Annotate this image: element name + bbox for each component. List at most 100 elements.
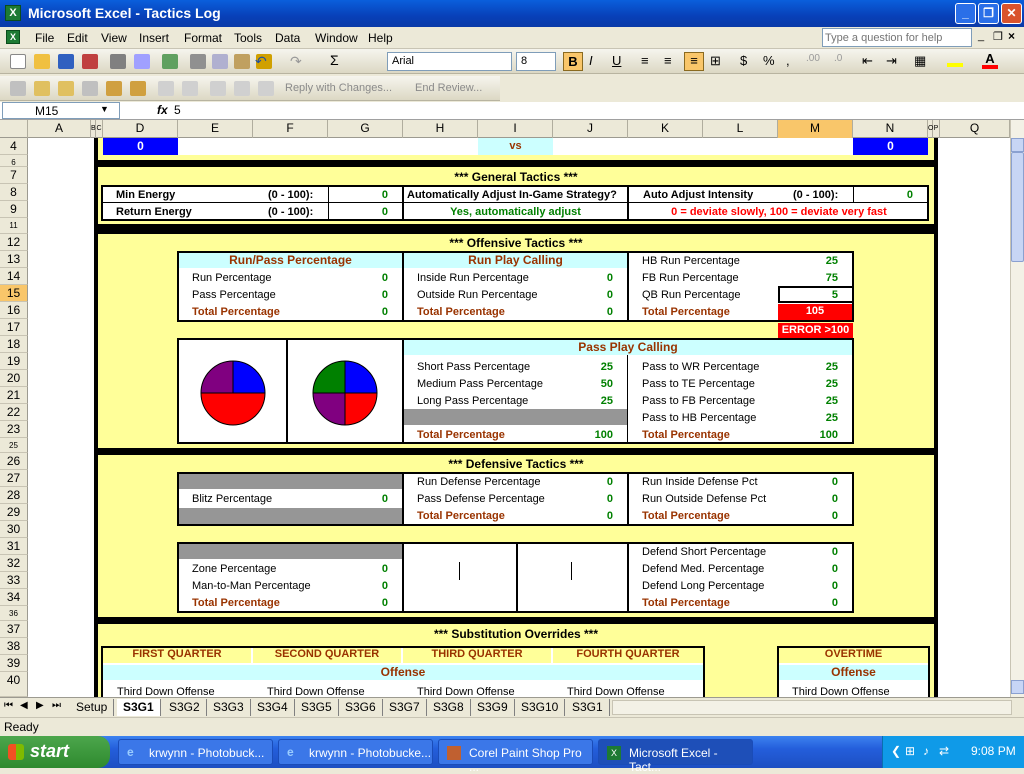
redo-icon[interactable]: ↷: [290, 53, 302, 70]
sheet-tab-s3g5[interactable]: S3G5: [295, 699, 339, 716]
prev-sheet-icon[interactable]: ◀: [20, 700, 28, 711]
short-pass-value[interactable]: 25: [553, 361, 613, 373]
row-header[interactable]: 20: [0, 370, 28, 387]
col-header-j[interactable]: J: [553, 120, 628, 138]
bold-button[interactable]: B: [563, 52, 583, 71]
intensity-value[interactable]: 0: [858, 189, 913, 201]
row-header[interactable]: 39: [0, 655, 28, 672]
toolbar2-icon-8[interactable]: [182, 81, 198, 96]
underline-button[interactable]: U: [612, 53, 621, 68]
col-header-e[interactable]: E: [178, 120, 253, 138]
sheet-tab-s3g10[interactable]: S3G10: [515, 699, 566, 716]
undo-icon[interactable]: ↶: [255, 53, 267, 70]
row-header[interactable]: 12: [0, 234, 28, 251]
align-right-icon[interactable]: ≡: [684, 52, 704, 71]
scroll-up-button[interactable]: [1011, 138, 1024, 152]
ot-third-down[interactable]: Third Down Offense: [792, 686, 890, 697]
toolbar2-icon-7[interactable]: [158, 81, 174, 96]
decrease-indent-icon[interactable]: ⇤: [862, 53, 873, 69]
menu-format[interactable]: Format: [184, 31, 222, 45]
reply-with-changes-button[interactable]: Reply with Changes...: [285, 82, 392, 94]
col-header-p[interactable]: P: [933, 120, 940, 138]
row-header[interactable]: 9: [0, 201, 28, 218]
save-icon[interactable]: [58, 54, 74, 69]
formula-input[interactable]: 5: [174, 103, 181, 117]
function-icon[interactable]: fx: [157, 103, 168, 117]
print-preview-icon[interactable]: [134, 54, 150, 69]
last-sheet-icon[interactable]: ⏭: [52, 700, 61, 711]
pass-defense-value[interactable]: 0: [553, 493, 613, 505]
decrease-decimal-icon[interactable]: .0: [834, 53, 842, 64]
horizontal-scrollbar[interactable]: [612, 700, 1012, 715]
col-header-h[interactable]: H: [403, 120, 478, 138]
row-header[interactable]: 8: [0, 184, 28, 201]
row-header[interactable]: 33: [0, 572, 28, 589]
row-header[interactable]: 6: [0, 155, 28, 167]
minimize-button[interactable]: _: [955, 3, 976, 24]
toolbar2-icon-10[interactable]: [234, 81, 250, 96]
increase-indent-icon[interactable]: ⇥: [886, 53, 897, 69]
sheet-tab-s3g1-copy[interactable]: S3G1: [566, 699, 610, 716]
row-header[interactable]: 19: [0, 353, 28, 370]
spelling-icon[interactable]: [162, 54, 178, 69]
sheet-tab-setup[interactable]: Setup: [70, 699, 115, 716]
col-header-k[interactable]: K: [628, 120, 703, 138]
col-header-q[interactable]: Q: [940, 120, 1010, 138]
paste-icon[interactable]: [234, 54, 250, 69]
toolbar2-icon-4[interactable]: [82, 81, 98, 96]
auto-adjust-answer[interactable]: Yes, automatically adjust: [404, 206, 627, 218]
clock[interactable]: 9:08 PM: [971, 744, 1016, 758]
font-color-icon[interactable]: A: [982, 51, 998, 69]
sheet-tab-s3g8[interactable]: S3G8: [427, 699, 471, 716]
sheet-tab-s3g2[interactable]: S3G2: [163, 699, 207, 716]
copy-icon[interactable]: [212, 54, 228, 69]
row-header[interactable]: 13: [0, 251, 28, 268]
row-header[interactable]: 38: [0, 638, 28, 655]
sheet-tab-s3g7[interactable]: S3G7: [383, 699, 427, 716]
autosum-icon[interactable]: Σ: [330, 52, 339, 68]
first-sheet-icon[interactable]: ⏮: [4, 700, 13, 711]
sync-icon[interactable]: ⇄: [939, 744, 949, 758]
next-sheet-icon[interactable]: ▶: [36, 700, 44, 711]
comma-icon[interactable]: ,: [786, 53, 790, 68]
run-defense-value[interactable]: 0: [553, 476, 613, 488]
menu-help[interactable]: Help: [368, 31, 393, 45]
q1-third-down[interactable]: Third Down Offense: [117, 686, 215, 697]
font-name-select[interactable]: Arial: [387, 52, 512, 71]
col-header-d[interactable]: D: [103, 120, 178, 138]
toolbar2-icon-9[interactable]: [210, 81, 226, 96]
toolbar2-icon-2[interactable]: [34, 81, 50, 96]
col-header-a[interactable]: A: [28, 120, 91, 138]
col-header-c[interactable]: C: [96, 120, 103, 138]
print-icon[interactable]: [110, 54, 126, 69]
select-all[interactable]: [0, 120, 28, 138]
row-header[interactable]: 11: [0, 218, 28, 234]
col-header-m[interactable]: M: [778, 120, 853, 138]
toolbar2-icon-6[interactable]: [130, 81, 146, 96]
row-header[interactable]: 37: [0, 621, 28, 638]
start-button[interactable]: start: [0, 736, 110, 768]
return-energy-value[interactable]: 0: [333, 206, 388, 218]
doc-minimize-icon[interactable]: _: [978, 30, 984, 42]
row-header[interactable]: 32: [0, 555, 28, 572]
toolbar2-icon-11[interactable]: [258, 81, 274, 96]
pass-percentage-value[interactable]: 0: [328, 289, 388, 301]
man-to-man-value[interactable]: 0: [328, 580, 388, 592]
menu-window[interactable]: Window: [315, 31, 358, 45]
row-header[interactable]: 25: [0, 438, 28, 453]
row-header[interactable]: 36: [0, 606, 28, 621]
name-box-dropdown-icon[interactable]: ▼: [100, 104, 109, 114]
outside-run-value[interactable]: 0: [553, 289, 613, 301]
taskbar-item-photobucket-2[interactable]: e krwynn - Photobucke...: [278, 739, 433, 765]
q3-third-down[interactable]: Third Down Offense: [417, 686, 515, 697]
scroll-down-button[interactable]: [1011, 680, 1024, 694]
q4-third-down[interactable]: Third Down Offense: [567, 686, 665, 697]
medium-pass-value[interactable]: 50: [553, 378, 613, 390]
sheet-tab-s3g4[interactable]: S3G4: [251, 699, 295, 716]
maximize-button[interactable]: ❐: [978, 3, 999, 24]
worksheet-grid[interactable]: 0 vs 0 *** General Tactics *** Min Energ…: [28, 138, 1010, 697]
sheet-tab-s3g6[interactable]: S3G6: [339, 699, 383, 716]
row-header[interactable]: 26: [0, 453, 28, 470]
defend-short-value[interactable]: 0: [778, 546, 838, 558]
row-header[interactable]: 22: [0, 404, 28, 421]
